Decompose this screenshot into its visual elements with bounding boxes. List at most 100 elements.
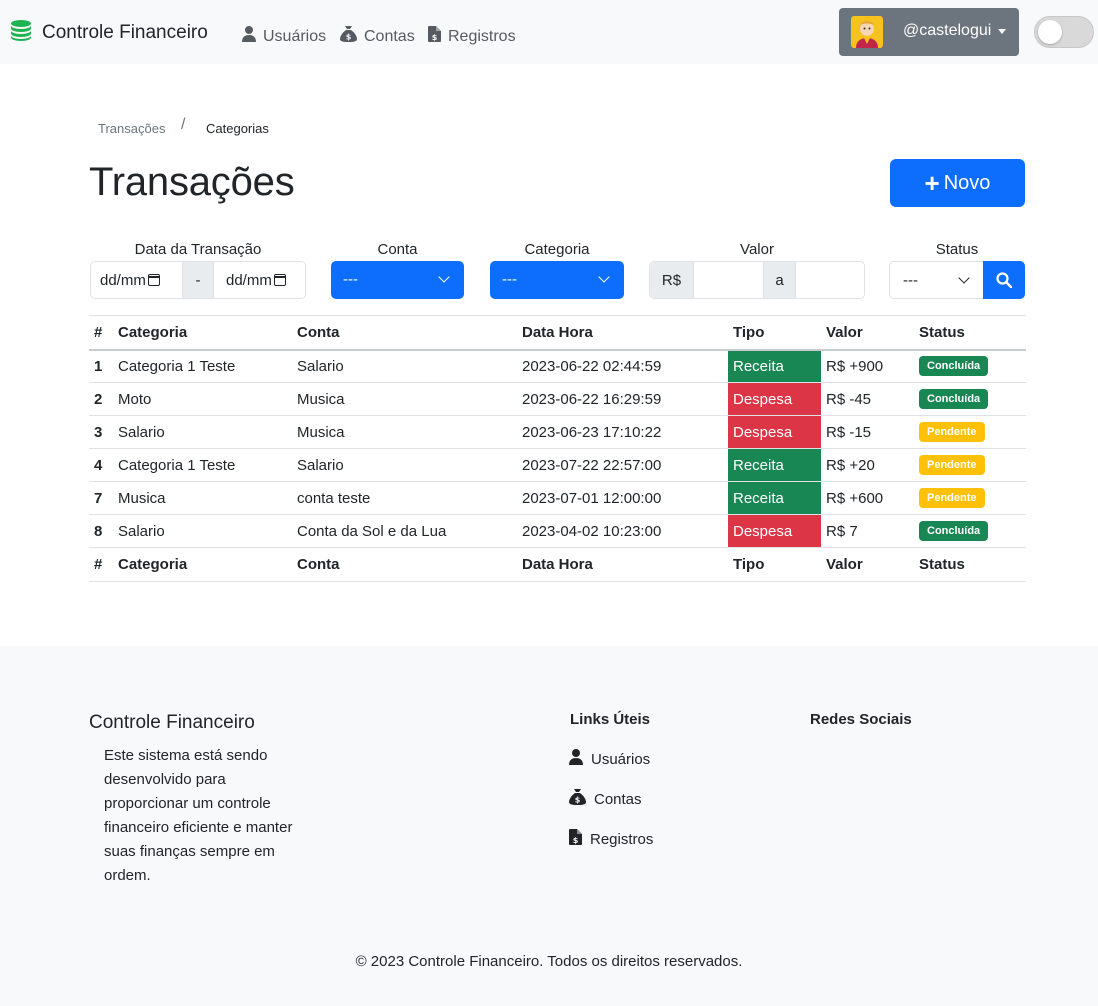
footer-title: Controle Financeiro [89,712,255,733]
footer-link-usuarios[interactable]: Usuários [569,749,650,769]
cell-categoria: Musica [113,481,292,515]
conta-select-value: --- [343,271,358,288]
col-footer-status: Status [919,556,965,573]
cell-data-hora: 2023-04-02 10:23:00 [517,514,728,548]
date-from-input[interactable]: dd/mm [91,262,182,298]
table-row[interactable]: 1 Categoria 1 Teste Salario 2023-06-22 0… [89,349,1026,383]
date-from-placeholder: dd/mm [100,271,146,289]
col-footer-id: # [94,556,103,573]
nav-link-label: Usuários [263,27,327,45]
brand[interactable]: Controle Financeiro [10,19,208,46]
col-footer-valor: Valor [826,556,863,573]
breadcrumb-separator: / [181,116,186,133]
cell-id: 8 [89,514,113,548]
cell-status: Concluída [914,349,1026,383]
invoice-icon: $ [569,829,582,849]
col-header-id: # [94,323,103,341]
page-title: Transações [89,160,295,204]
calendar-icon[interactable] [147,274,160,286]
status-filter-label: Status [935,241,979,258]
toggle-knob [1038,20,1062,44]
date-filter-label: Data da Transação [134,241,262,258]
cell-valor: R$ 7 [821,514,914,548]
cell-categoria: Moto [113,382,292,416]
brand-title: Controle Financeiro [42,21,208,43]
categoria-select[interactable]: --- [490,261,624,299]
col-footer-tipo: Tipo [733,556,765,573]
col-footer-data-hora: Data Hora [522,556,593,573]
transactions-table: # Categoria Conta Data Hora Tipo Valor S… [89,315,1026,582]
date-separator: - [182,262,214,298]
categoria-filter-label: Categoria [524,241,590,258]
conta-filter-label: Conta [377,241,418,258]
footer-link-contas[interactable]: $ Contas [569,789,642,809]
svg-text:$: $ [432,33,438,42]
col-header-conta: Conta [297,323,340,341]
table-row[interactable]: 2 Moto Musica 2023-06-22 16:29:59 Despes… [89,382,1026,416]
cell-id: 2 [89,382,113,416]
search-icon [996,272,1013,293]
status-badge: Pendente [919,488,985,508]
svg-text:$: $ [573,836,579,845]
table-row[interactable]: 7 Musica conta teste 2023-07-01 12:00:00… [89,481,1026,515]
date-range-group: dd/mm - dd/mm [90,261,306,299]
cell-conta: conta teste [292,481,517,515]
avatar [851,16,883,48]
footer-link-label: Usuários [591,750,651,768]
table-row[interactable]: 4 Categoria 1 Teste Salario 2023-07-22 2… [89,448,1026,482]
coins-stack-icon [10,19,32,46]
cell-status: Concluída [914,382,1026,416]
cell-tipo: Receita [728,481,821,515]
cell-categoria: Categoria 1 Teste [113,349,292,383]
status-select[interactable]: --- [889,261,985,299]
nav-link-registros[interactable]: $ Registros [428,26,516,47]
theme-toggle-switch[interactable] [1034,16,1094,48]
caret-down-icon [998,29,1006,34]
money-bag-icon: $ [569,789,586,809]
col-header-tipo: Tipo [733,323,765,341]
table-row[interactable]: 8 Salario Conta da Sol e da Lua 2023-04-… [89,514,1026,548]
copyright-text: © 2023 Controle Financeiro. Todos os dir… [355,953,743,970]
breadcrumb-transacoes[interactable]: Transações [98,121,165,136]
nav-link-label: Contas [364,27,415,45]
search-button[interactable] [983,261,1025,299]
svg-text:$: $ [346,33,352,42]
date-to-input[interactable]: dd/mm [214,262,305,298]
footer-link-label: Registros [590,830,654,848]
categoria-select-value: --- [502,271,517,288]
valor-max-input[interactable] [796,262,864,298]
breadcrumb-categorias[interactable]: Categorias [206,121,269,136]
invoice-icon: $ [428,26,441,47]
user-dropdown-button[interactable]: @castelogui [839,8,1019,56]
valor-range-group: R$ a [649,261,865,299]
navbar: Controle Financeiro Usuários $ Contas $ … [0,0,1098,64]
calendar-icon[interactable] [273,274,286,286]
cell-valor: R$ +20 [821,448,914,482]
cell-id: 3 [89,415,113,449]
valor-separator: a [763,262,796,298]
plus-icon: + [924,168,940,198]
username-label: @castelogui [903,22,992,39]
cell-id: 1 [89,349,113,383]
nav-link-usuarios[interactable]: Usuários [242,26,326,47]
cell-data-hora: 2023-06-23 17:10:22 [517,415,728,449]
table-row[interactable]: 3 Salario Musica 2023-06-23 17:10:22 Des… [89,415,1026,449]
cell-id: 7 [89,481,113,515]
status-select-value: --- [903,272,918,289]
footer-link-registros[interactable]: $ Registros [569,829,653,849]
cell-conta: Salario [292,448,517,482]
conta-select[interactable]: --- [331,261,464,299]
cell-categoria: Salario [113,514,292,548]
cell-data-hora: 2023-06-22 16:29:59 [517,382,728,416]
status-badge: Concluída [919,389,989,409]
cell-tipo: Despesa [728,415,821,449]
new-button[interactable]: + Novo [890,159,1025,207]
footer-social-title: Redes Sociais [810,711,912,728]
user-icon [569,749,583,769]
cell-valor: R$ +900 [821,349,914,383]
cell-valor: R$ -45 [821,382,914,416]
valor-min-input[interactable] [694,262,763,298]
cell-tipo: Receita [728,448,821,482]
cell-status: Concluída [914,514,1026,548]
nav-link-contas[interactable]: $ Contas [340,26,415,47]
